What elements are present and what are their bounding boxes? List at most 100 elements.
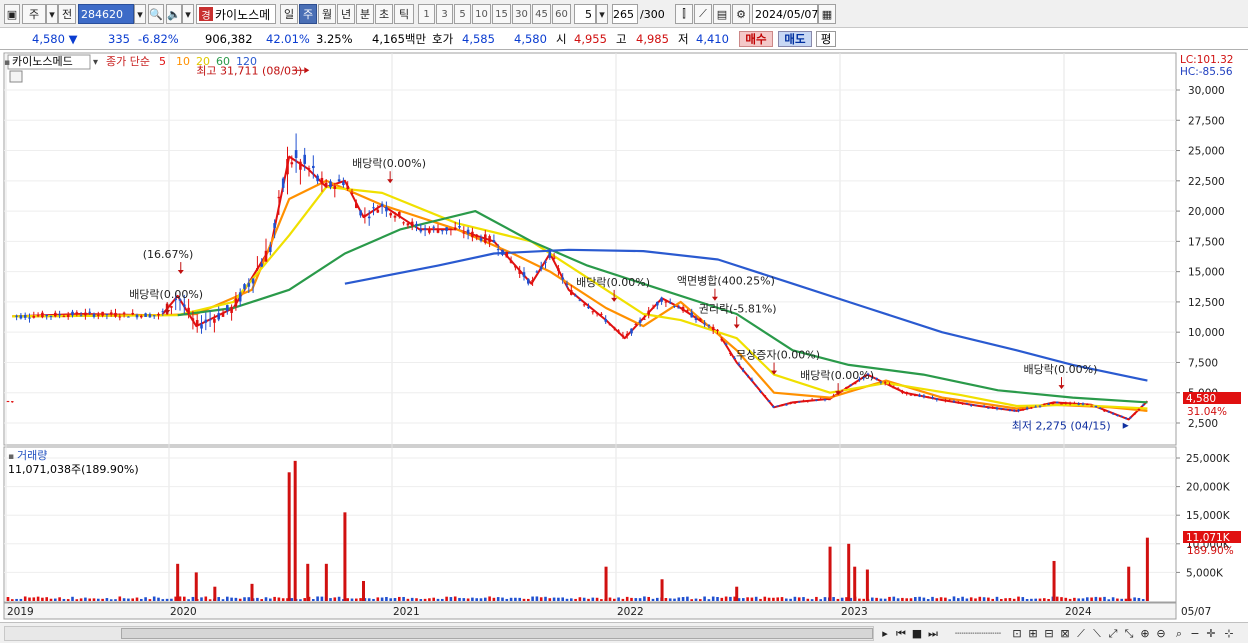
interval-1[interactable]: 1 — [418, 4, 435, 24]
tool-icon-10[interactable]: ⊖ — [1154, 626, 1168, 641]
volume-bar — [832, 597, 835, 601]
tool-icon-8[interactable]: ⤡ — [1122, 626, 1136, 641]
price-tick-label: 25,000 — [1188, 146, 1225, 158]
volume-bar — [514, 597, 517, 601]
candle-body — [892, 387, 896, 389]
rewind-icon[interactable]: ⏮ — [893, 626, 909, 641]
fit-icon[interactable]: ⊹ — [1222, 626, 1236, 641]
zoom-search-icon[interactable]: ⌕ — [1172, 626, 1186, 641]
candle-body — [613, 327, 616, 329]
candle-body — [759, 391, 762, 393]
chart-area[interactable]: 최고 31,711 (08/03) 배당락(0.00%) (16.67%) 배당락(0… — [0, 51, 1248, 621]
volume-bar — [1081, 598, 1085, 601]
window-menu-icon[interactable]: ▣ — [4, 4, 20, 24]
candle-body — [552, 257, 556, 259]
scroll-right-icon[interactable]: ▸ — [878, 626, 892, 641]
chart-canvas[interactable]: 최고 31,711 (08/03)배당락(0.00%)(16.67%)배당락(0… — [0, 51, 1248, 621]
move-icon[interactable]: ✛ — [1204, 626, 1218, 641]
interval-dropdown-icon[interactable]: ▾ — [596, 4, 608, 24]
candle-body — [36, 315, 40, 317]
candle-body — [780, 404, 784, 406]
volume-bar — [561, 597, 564, 601]
volume-bar — [176, 563, 180, 601]
chart-scrollbar[interactable] — [4, 626, 874, 641]
candle-body — [845, 386, 848, 388]
volume-bar — [668, 598, 672, 601]
average-button[interactable]: 평 — [816, 31, 836, 47]
code-dropdown-icon[interactable]: ▾ — [134, 4, 146, 24]
period-day[interactable]: 일 — [280, 4, 298, 24]
period-year[interactable]: 년 — [337, 4, 355, 24]
volume-bar — [1120, 598, 1123, 601]
tool-icon-3[interactable]: ⊟ — [1042, 626, 1056, 641]
table-toggle-icon[interactable] — [9, 70, 23, 83]
tool-icon-5[interactable]: ⟋ — [1074, 626, 1088, 641]
candle-body — [152, 315, 156, 317]
period-minute[interactable]: 분 — [356, 4, 374, 24]
interval-10[interactable]: 10 — [472, 4, 491, 24]
chevron-down-icon[interactable]: ▾ — [46, 4, 58, 24]
period-week[interactable]: 주 — [299, 4, 317, 24]
candle-icon[interactable]: ⫿ — [675, 4, 693, 24]
volume-bar — [634, 598, 638, 601]
volume-bar — [281, 598, 285, 601]
volume-bar — [32, 597, 36, 601]
tool-icon-9[interactable]: ⊕ — [1138, 626, 1152, 641]
legend-dropdown-icon[interactable]: ▾ — [93, 57, 98, 68]
volume-bar — [88, 598, 91, 601]
market-select[interactable]: 주 — [22, 4, 46, 24]
interval-30[interactable]: 30 — [512, 4, 531, 24]
speaker-icon[interactable]: 🔈 — [166, 4, 182, 24]
date-input[interactable]: 2024/05/07 — [752, 4, 818, 24]
interval-input[interactable]: 5 — [574, 4, 596, 24]
candle-body — [118, 316, 122, 318]
stock-code-input[interactable]: 284620 — [78, 4, 134, 24]
interval-45[interactable]: 45 — [532, 4, 551, 24]
sell-button[interactable]: 매도 — [778, 31, 812, 47]
candle-body — [256, 268, 259, 270]
scrollbar-thumb[interactable] — [121, 628, 873, 639]
candle-body — [591, 311, 595, 313]
count-input[interactable]: 265 — [612, 4, 638, 24]
tool-icon-7[interactable]: ⤢ — [1106, 626, 1120, 641]
volume-bar — [402, 596, 405, 601]
volume-bar — [19, 598, 23, 601]
interval-15[interactable]: 15 — [492, 4, 511, 24]
buy-button[interactable]: 매수 — [739, 31, 773, 47]
candle-body — [746, 374, 749, 376]
candle-body — [127, 316, 130, 318]
candle-body — [957, 402, 960, 404]
tool-icon-4[interactable]: ⊠ — [1058, 626, 1072, 641]
fast-forward-icon[interactable]: ⏭ — [925, 626, 941, 641]
period-month[interactable]: 월 — [318, 4, 336, 24]
volume-bar — [256, 597, 259, 601]
volume-bar — [492, 597, 496, 601]
volume-bar — [505, 598, 509, 601]
line-tool-icon[interactable]: ⟋ — [694, 4, 712, 24]
interval-5[interactable]: 5 — [454, 4, 471, 24]
save-icon[interactable]: ▤ — [713, 4, 731, 24]
speaker-dropdown-icon[interactable]: ▾ — [182, 4, 194, 24]
period-second[interactable]: 초 — [375, 4, 393, 24]
calendar-icon[interactable]: ▦ — [818, 4, 836, 24]
volume-bar — [707, 599, 711, 601]
stop-icon[interactable]: ■ — [910, 626, 924, 641]
interval-3[interactable]: 3 — [436, 4, 453, 24]
gear-icon[interactable]: ⚙ — [732, 4, 750, 24]
tool-icon-2[interactable]: ⊞ — [1026, 626, 1040, 641]
candle-body — [1034, 406, 1037, 408]
search-icon[interactable]: 🔍 — [148, 4, 164, 24]
zoom-slider[interactable]: ┄┄┄┄┄┄┄ — [948, 626, 1008, 641]
prev-button[interactable]: 전 — [58, 4, 76, 24]
candle-body — [350, 192, 354, 194]
volume-bar — [587, 598, 590, 601]
tool-icon-1[interactable]: ⊡ — [1010, 626, 1024, 641]
candle-body — [914, 395, 917, 397]
tool-icon-6[interactable]: ⟍ — [1090, 626, 1104, 641]
interval-60[interactable]: 60 — [552, 4, 571, 24]
volume-bar — [346, 598, 349, 601]
period-tick[interactable]: 틱 — [394, 4, 414, 24]
volume-bar — [957, 598, 960, 601]
volume-bar — [840, 597, 844, 601]
zoom-out-icon[interactable]: − — [1188, 626, 1202, 641]
